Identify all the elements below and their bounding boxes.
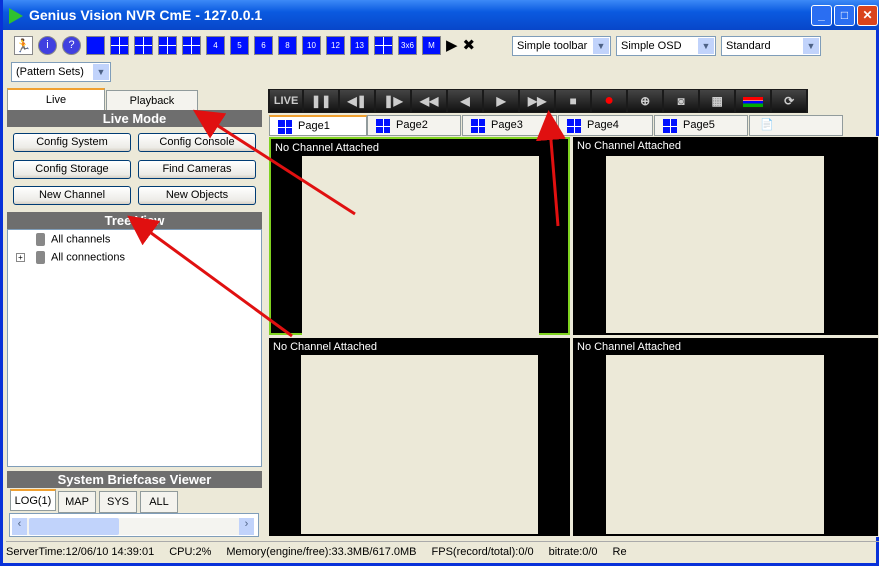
arrow-to-new-channel [127, 215, 293, 338]
arrow-to-controls [536, 110, 566, 227]
annotation-arrows [127, 109, 566, 338]
arrow-to-playback [192, 109, 356, 216]
